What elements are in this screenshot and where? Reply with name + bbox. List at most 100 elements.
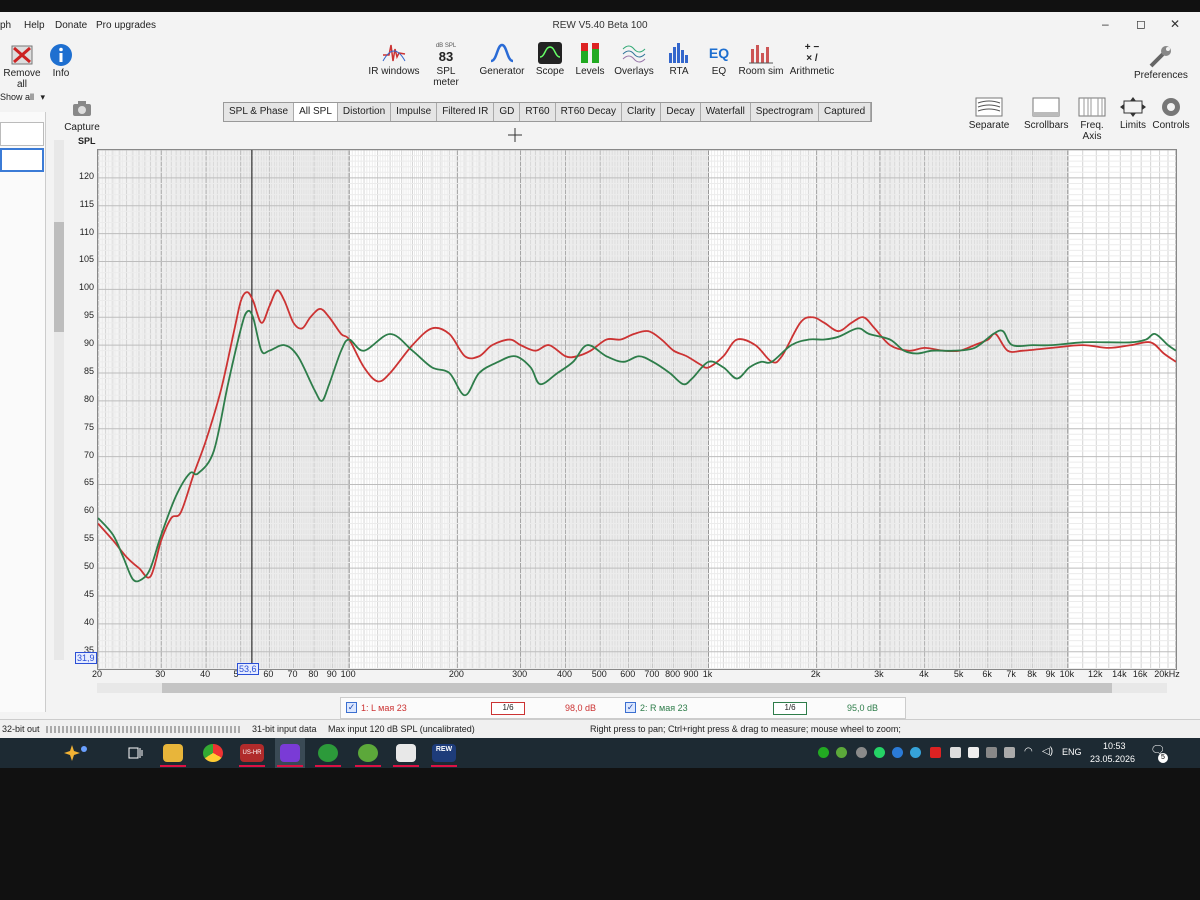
horizontal-scroll-thumb[interactable] bbox=[162, 683, 1112, 693]
tray-app-icon[interactable] bbox=[856, 747, 867, 758]
close-button[interactable]: ✕ bbox=[1170, 17, 1180, 31]
room-sim-label: Room sim bbox=[738, 66, 784, 77]
show-all-dropdown[interactable]: Show all ▾ bbox=[0, 92, 46, 103]
eq-button[interactable]: EQ EQ bbox=[704, 40, 734, 77]
whatsapp-icon[interactable] bbox=[874, 747, 885, 758]
freq-axis-button[interactable]: Freq. Axis bbox=[1070, 94, 1114, 142]
x-tick-label: 2k bbox=[810, 669, 821, 679]
volume-icon[interactable]: ◁) bbox=[1042, 746, 1053, 757]
remove-all-button[interactable]: Remove all bbox=[0, 42, 44, 90]
levels-icon bbox=[573, 40, 607, 66]
battery-icon[interactable] bbox=[968, 747, 979, 758]
scope-button[interactable]: Scope bbox=[533, 40, 567, 77]
utorrent-icon[interactable] bbox=[358, 744, 378, 762]
x-tick-label: 20kHz bbox=[1154, 669, 1180, 679]
monitor-icon[interactable] bbox=[1004, 747, 1015, 758]
horizontal-scrollbar[interactable] bbox=[97, 683, 1167, 693]
gear-icon bbox=[1152, 94, 1190, 120]
measurement-panel[interactable] bbox=[0, 112, 46, 712]
y-tick-label: 55 bbox=[83, 533, 94, 544]
generator-label: Generator bbox=[479, 66, 525, 77]
preferences-button[interactable]: Preferences bbox=[1134, 44, 1188, 81]
tab-decay[interactable]: Decay bbox=[661, 103, 701, 121]
chrome-icon[interactable] bbox=[203, 744, 223, 762]
tab-clarity[interactable]: Clarity bbox=[622, 103, 662, 121]
levels-button[interactable]: Levels bbox=[573, 40, 607, 77]
tab-waterfall[interactable]: Waterfall bbox=[701, 103, 751, 121]
separate-button[interactable]: Separate bbox=[968, 94, 1010, 131]
y-min-box[interactable]: 31,9 bbox=[75, 652, 97, 664]
language-indicator[interactable]: ENG bbox=[1062, 747, 1082, 757]
spl-graph-canvas[interactable] bbox=[97, 149, 1177, 669]
screen: ph Help Donate Pro upgrades REW V5.40 Be… bbox=[0, 12, 1200, 768]
rta-button[interactable]: RTA bbox=[664, 40, 694, 77]
x-tick-label: 80 bbox=[308, 669, 319, 679]
info-button[interactable]: Info bbox=[46, 42, 76, 79]
tab-captured[interactable]: Captured bbox=[819, 103, 872, 121]
x-tick-label: 5k bbox=[953, 669, 964, 679]
status-hint: Right press to pan; Ctrl+right press & d… bbox=[590, 724, 901, 734]
tab-spectrogram[interactable]: Spectrogram bbox=[751, 103, 820, 121]
app-us-hr-icon[interactable]: US-HR bbox=[240, 744, 264, 762]
show-all-label: Show all bbox=[0, 92, 35, 102]
room-sim-button[interactable]: Room sim bbox=[737, 40, 785, 77]
capture-button[interactable]: Capture bbox=[64, 96, 100, 133]
spl-meter-button[interactable]: dB SPL 83 SPL meter bbox=[423, 40, 469, 88]
copilot-icon[interactable] bbox=[64, 743, 90, 763]
tab-distortion[interactable]: Distortion bbox=[338, 103, 392, 121]
tab-all-spl[interactable]: All SPL bbox=[294, 103, 338, 121]
usb-icon[interactable] bbox=[950, 747, 961, 758]
tab-rt60-decay[interactable]: RT60 Decay bbox=[556, 103, 622, 121]
overlays-button[interactable]: Overlays bbox=[612, 40, 656, 77]
rta-icon bbox=[664, 40, 694, 66]
tab-rt60[interactable]: RT60 bbox=[520, 103, 556, 121]
x-tick-label: 6k bbox=[982, 669, 992, 679]
media-player-icon[interactable] bbox=[280, 744, 300, 762]
scrollbars-button[interactable]: Scrollbars bbox=[1024, 94, 1068, 131]
arithmetic-button[interactable]: + − × / Arithmetic bbox=[788, 40, 836, 77]
cursor-frequency-box: 53,6 bbox=[237, 663, 259, 675]
ir-windows-button[interactable]: IR windows bbox=[368, 40, 420, 77]
file-explorer-icon[interactable] bbox=[163, 744, 183, 762]
tab-filtered-ir[interactable]: Filtered IR bbox=[437, 103, 495, 121]
tab-spl-phase[interactable]: SPL & Phase bbox=[224, 103, 295, 121]
rew-taskbar-icon[interactable]: REW bbox=[432, 744, 456, 762]
spl-meter-icon: dB SPL 83 bbox=[423, 40, 469, 66]
tab-gd[interactable]: GD bbox=[494, 103, 521, 121]
task-view-icon[interactable] bbox=[128, 746, 144, 760]
scrollbars-label: Scrollbars bbox=[1024, 120, 1069, 131]
legend-smoothing-l[interactable]: 1/6 bbox=[491, 702, 525, 715]
controls-button[interactable]: Controls bbox=[1152, 94, 1190, 131]
tray-red-app-icon[interactable] bbox=[930, 747, 941, 758]
measurement-slot-selected[interactable] bbox=[0, 148, 44, 172]
y-tick-label: 85 bbox=[83, 365, 94, 376]
graph-tabs: SPL & Phase All SPL Distortion Impulse Filte… bbox=[223, 102, 873, 122]
output-level-meter bbox=[46, 726, 242, 733]
display-icon[interactable] bbox=[986, 747, 997, 758]
maximize-button[interactable]: ◻ bbox=[1136, 17, 1146, 31]
minimize-button[interactable]: – bbox=[1102, 17, 1109, 31]
tab-impulse[interactable]: Impulse bbox=[391, 103, 438, 121]
clock-time[interactable]: 10:53 bbox=[1103, 741, 1126, 751]
tray-utorrent-icon[interactable] bbox=[836, 747, 847, 758]
spl-graph[interactable] bbox=[97, 149, 1177, 670]
y-tick-label: 70 bbox=[83, 449, 94, 460]
legend-checkbox-r[interactable]: ✓ bbox=[625, 702, 636, 713]
x-tick-label: 400 bbox=[556, 669, 573, 679]
telegram-icon[interactable] bbox=[910, 747, 921, 758]
edge-icon[interactable] bbox=[892, 747, 903, 758]
capture-label: Capture bbox=[64, 122, 100, 133]
remove-all-label: Remove all bbox=[3, 68, 41, 90]
generator-button[interactable]: Generator bbox=[478, 40, 526, 77]
measurement-slot[interactable] bbox=[0, 122, 44, 146]
tray-kaspersky-icon[interactable] bbox=[818, 747, 829, 758]
legend-checkbox-l[interactable]: ✓ bbox=[346, 702, 357, 713]
legend-smoothing-r[interactable]: 1/6 bbox=[773, 702, 807, 715]
fox-app-icon[interactable] bbox=[396, 744, 416, 762]
wifi-icon[interactable]: ◠ bbox=[1024, 746, 1033, 757]
kaspersky-icon[interactable] bbox=[318, 744, 338, 762]
x-tick-label: 8k bbox=[1027, 669, 1037, 679]
clock-date[interactable]: 23.05.2026 bbox=[1090, 754, 1135, 764]
x-tick-label: 40 bbox=[200, 669, 211, 679]
limits-button[interactable]: Limits bbox=[1116, 94, 1150, 131]
